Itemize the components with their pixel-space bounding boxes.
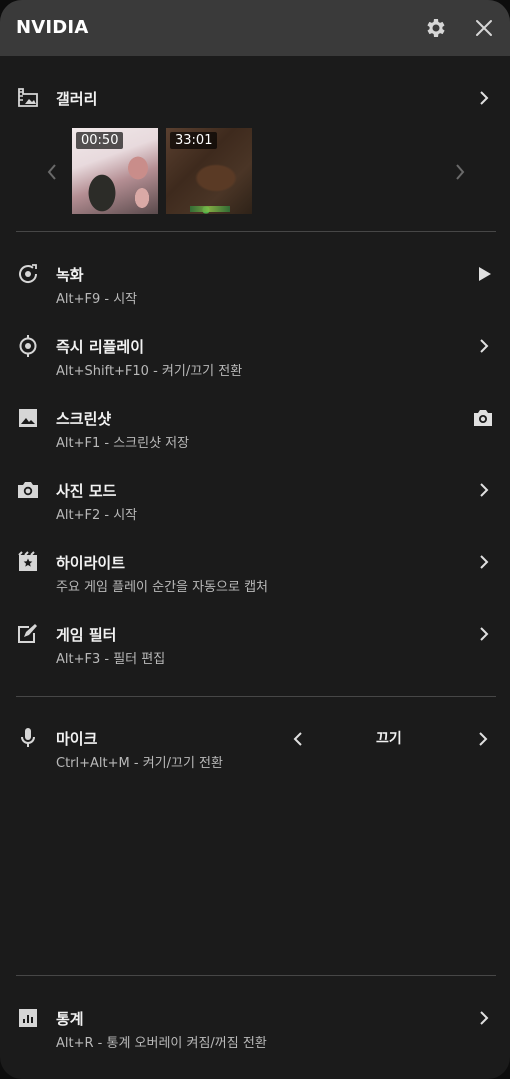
- stats-subtitle: Alt+R - 통계 오버레이 켜짐/꺼짐 전환: [56, 1036, 267, 1051]
- game-filter-subtitle: Alt+F3 - 필터 편집: [56, 652, 166, 667]
- app-title: NVIDIA: [16, 17, 89, 38]
- camera-icon[interactable]: [472, 407, 494, 429]
- gallery-thumbnail[interactable]: 00:50: [72, 128, 158, 214]
- chevron-right-icon[interactable]: [474, 1008, 494, 1028]
- game-filter-title: 게임 필터: [56, 626, 117, 644]
- photo-mode-subtitle: Alt+F2 - 시작: [56, 508, 138, 523]
- divider: [16, 975, 496, 976]
- screenshot-title: 스크린샷: [56, 410, 112, 428]
- gallery-thumbnail[interactable]: 33:01: [166, 128, 252, 214]
- gallery-prev-icon[interactable]: [44, 162, 60, 182]
- microphone-subtitle: Ctrl+Alt+M - 켜기/끄기 전환: [56, 756, 223, 771]
- mic-prev-icon[interactable]: [289, 729, 307, 749]
- divider: [16, 696, 496, 697]
- filter-edit-icon: [16, 622, 40, 646]
- gallery-title: 갤러리: [56, 90, 98, 108]
- thumbnail-duration: 00:50: [76, 132, 124, 149]
- chevron-right-icon[interactable]: [474, 552, 494, 572]
- camera-icon: [16, 478, 40, 502]
- overlay-panel: NVIDIA 갤러리 00:50 33:01 녹화 Alt+F9 - 시작 즉시…: [0, 0, 510, 1079]
- highlights-title: 하이라이트: [56, 554, 126, 572]
- instant-replay-subtitle: Alt+Shift+F10 - 켜기/끄기 전환: [56, 364, 243, 379]
- microphone-icon: [16, 726, 40, 750]
- highlights-subtitle: 주요 게임 플레이 순간을 자동으로 캡처: [56, 580, 269, 595]
- gear-icon[interactable]: [424, 16, 448, 40]
- microphone-title: 마이크: [56, 730, 98, 748]
- chevron-right-icon[interactable]: [474, 336, 494, 356]
- instant-replay-icon: [16, 334, 40, 358]
- record-title: 녹화: [56, 266, 84, 284]
- instant-replay-title: 즉시 리플레이: [56, 338, 145, 356]
- microphone-row: 마이크 Ctrl+Alt+M - 켜기/끄기 전환: [0, 724, 510, 772]
- photo-mode-row[interactable]: 사진 모드 Alt+F2 - 시작: [0, 476, 510, 524]
- screenshot-subtitle: Alt+F1 - 스크린샷 저장: [56, 436, 190, 451]
- highlight-icon: [16, 550, 40, 574]
- stats-row[interactable]: 통계 Alt+R - 통계 오버레이 켜짐/꺼짐 전환: [0, 1004, 510, 1052]
- mic-toggle-value: 끄기: [376, 731, 402, 747]
- close-icon[interactable]: [472, 16, 496, 40]
- image-icon: [16, 406, 40, 430]
- mic-next-icon[interactable]: [474, 729, 492, 749]
- game-filter-row[interactable]: 게임 필터 Alt+F3 - 필터 편집: [0, 620, 510, 668]
- thumbnail-hud: [190, 206, 230, 212]
- thumbnail-duration: 33:01: [170, 132, 218, 149]
- divider: [16, 231, 496, 232]
- gallery-icon: [16, 86, 40, 110]
- chevron-right-icon[interactable]: [474, 624, 494, 644]
- gallery-row[interactable]: 갤러리: [0, 84, 510, 114]
- chevron-right-icon[interactable]: [474, 480, 494, 500]
- stats-title: 통계: [56, 1010, 84, 1028]
- record-row[interactable]: 녹화 Alt+F9 - 시작: [0, 260, 510, 308]
- chevron-right-icon[interactable]: [474, 88, 494, 108]
- header: NVIDIA: [0, 0, 510, 56]
- highlights-row[interactable]: 하이라이트 주요 게임 플레이 순간을 자동으로 캡처: [0, 548, 510, 596]
- screenshot-row[interactable]: 스크린샷 Alt+F1 - 스크린샷 저장: [0, 404, 510, 452]
- record-subtitle: Alt+F9 - 시작: [56, 292, 138, 307]
- record-icon: [16, 262, 40, 286]
- stats-icon: [16, 1006, 40, 1030]
- gallery-next-icon[interactable]: [452, 162, 468, 182]
- photo-mode-title: 사진 모드: [56, 482, 117, 500]
- instant-replay-row[interactable]: 즉시 리플레이 Alt+Shift+F10 - 켜기/끄기 전환: [0, 332, 510, 380]
- play-icon[interactable]: [474, 264, 494, 284]
